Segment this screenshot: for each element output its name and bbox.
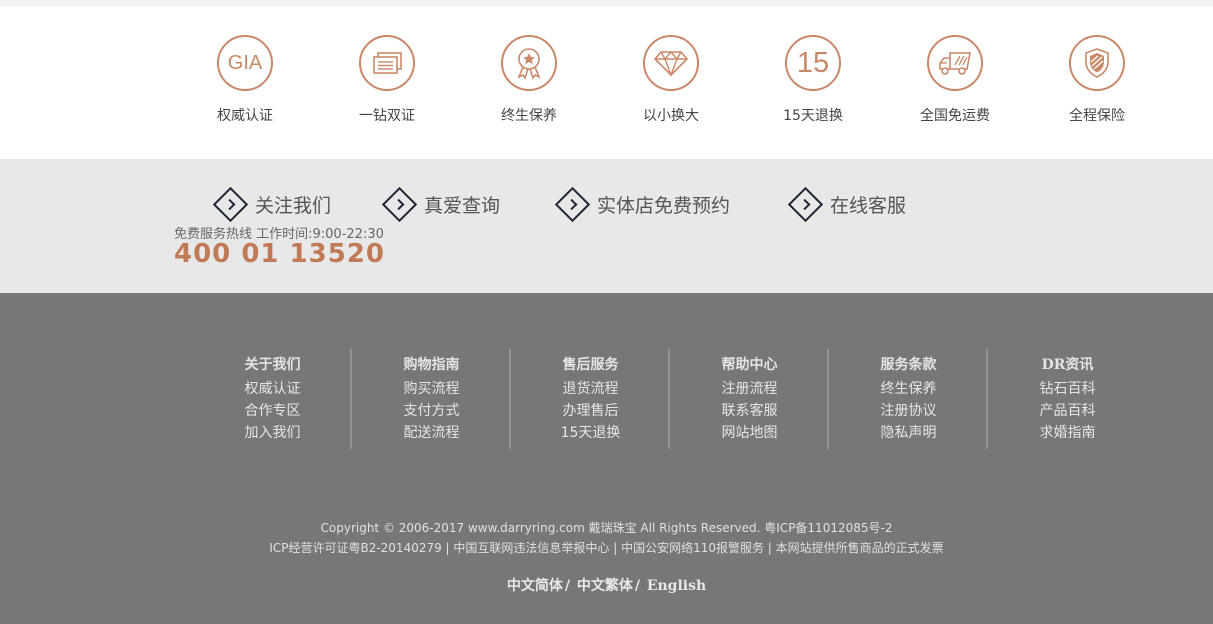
service-band: 关注我们 真爱查询 实体店免费预约 在线客服 免费服务热线 工作时间:9:00-… — [0, 159, 1213, 293]
fifteen-days-icon: 15 — [785, 35, 841, 91]
service-label: 关注我们 — [255, 194, 332, 217]
gia-badge-text: GIA — [227, 52, 263, 74]
service-follow-us[interactable]: 关注我们 — [212, 186, 332, 222]
site-footer: 关于我们 权威认证 合作专区 加入我们 购物指南 购买流程 支付方式 配送流程 … — [0, 293, 1213, 624]
fifteen-badge-text: 15 — [796, 46, 830, 79]
footer-column-help-center: 帮助中心 注册流程 联系客服 网站地图 — [670, 349, 829, 449]
footer-column-about: 关于我们 权威认证 合作专区 加入我们 — [193, 349, 352, 449]
feature-lifetime-care[interactable]: 终生保养 — [469, 35, 589, 125]
footer-link[interactable]: 15天退换 — [511, 422, 670, 442]
footer-column-title: 关于我们 — [244, 357, 301, 373]
award-medal-icon — [501, 35, 557, 91]
feature-gia[interactable]: GIA 权威认证 — [185, 35, 305, 125]
footer-link[interactable]: 加入我们 — [193, 422, 352, 442]
shield-icon — [1069, 35, 1125, 91]
diamond-icon — [643, 35, 699, 91]
footer-link[interactable]: 钻石百科 — [988, 378, 1147, 398]
service-love-query[interactable]: 真爱查询 — [381, 186, 501, 222]
feature-label: 一钻双证 — [359, 108, 415, 124]
footer-column-after-sales: 售后服务 退货流程 办理售后 15天退换 — [511, 349, 670, 449]
footer-column-title: 服务条款 — [880, 357, 937, 373]
gia-icon: GIA — [217, 35, 273, 91]
language-traditional-chinese[interactable]: 中文繁体 — [577, 578, 633, 594]
arrow-diamond-icon — [381, 186, 418, 222]
footer-link[interactable]: 网站地图 — [670, 422, 829, 442]
service-online-support[interactable]: 在线客服 — [787, 186, 907, 222]
arrow-diamond-icon — [212, 186, 249, 222]
arrow-diamond-icon — [554, 186, 591, 222]
footer-column-title: 售后服务 — [562, 357, 619, 373]
footer-column-terms: 服务条款 终生保养 注册协议 隐私声明 — [829, 349, 988, 449]
footer-link[interactable]: 隐私声明 — [829, 422, 988, 442]
footer-link[interactable]: 支付方式 — [352, 400, 511, 420]
footer-column-title: 帮助中心 — [721, 357, 778, 373]
footer-link[interactable]: 联系客服 — [670, 400, 829, 420]
footer-link[interactable]: 配送流程 — [352, 422, 511, 442]
footer-link[interactable]: 合作专区 — [193, 400, 352, 420]
footer-link[interactable]: 注册流程 — [670, 378, 829, 398]
footer-link[interactable]: 退货流程 — [511, 378, 670, 398]
footer-link[interactable]: 权威认证 — [193, 378, 352, 398]
language-separator: / — [634, 578, 640, 594]
feature-double-certificate[interactable]: 一钻双证 — [327, 35, 447, 125]
feature-free-shipping[interactable]: 全国免运费 — [895, 35, 1015, 125]
feature-label: 全国免运费 — [920, 108, 990, 124]
language-english[interactable]: English — [647, 578, 706, 594]
service-store-booking[interactable]: 实体店免费预约 — [554, 186, 731, 222]
icp-license-text: ICP经营许可证粤B2-20140279 | 中国互联网违法信息举报中心 | 中… — [269, 541, 944, 555]
footer-column-shopping-guide: 购物指南 购买流程 支付方式 配送流程 — [352, 349, 511, 449]
feature-label: 终生保养 — [501, 108, 557, 124]
footer-link[interactable]: 求婚指南 — [988, 422, 1147, 442]
feature-full-insurance[interactable]: 全程保险 — [1037, 35, 1157, 125]
service-label: 在线客服 — [830, 194, 907, 217]
feature-label: 15天退换 — [783, 108, 843, 124]
feature-label: 全程保险 — [1069, 108, 1125, 124]
language-switcher: 中文简体 / 中文繁体 / English — [0, 575, 1213, 595]
footer-column-title: 购物指南 — [403, 357, 460, 373]
delivery-truck-icon — [927, 35, 983, 91]
copyright-text: Copyright © 2006-2017 www.darryring.com … — [320, 521, 893, 535]
service-label: 真爱查询 — [424, 194, 501, 217]
feature-label: 权威认证 — [217, 108, 273, 124]
hotline-number[interactable]: 400 01 13520 — [174, 239, 385, 269]
feature-label: 以小换大 — [643, 108, 699, 124]
feature-15-day-return[interactable]: 15 15天退换 — [753, 35, 873, 125]
footer-column-title: DR资讯 — [1041, 357, 1094, 373]
footer-link[interactable]: 办理售后 — [511, 400, 670, 420]
feature-trade-up[interactable]: 以小换大 — [611, 35, 731, 125]
language-simplified-chinese[interactable]: 中文简体 — [507, 578, 563, 594]
footer-link[interactable]: 注册协议 — [829, 400, 988, 420]
footer-link[interactable]: 终生保养 — [829, 378, 988, 398]
certificate-icon — [359, 35, 415, 91]
footer-column-news: DR资讯 钻石百科 产品百科 求婚指南 — [988, 349, 1147, 449]
arrow-diamond-icon — [787, 186, 824, 222]
footer-link[interactable]: 购买流程 — [352, 378, 511, 398]
service-label: 实体店免费预约 — [597, 194, 731, 217]
language-separator: / — [564, 578, 570, 594]
feature-strip: GIA 权威认证 一钻双证 终生保养 以小换大 15 15天退换 全国免运费 全… — [0, 6, 1213, 159]
footer-link[interactable]: 产品百科 — [988, 400, 1147, 420]
